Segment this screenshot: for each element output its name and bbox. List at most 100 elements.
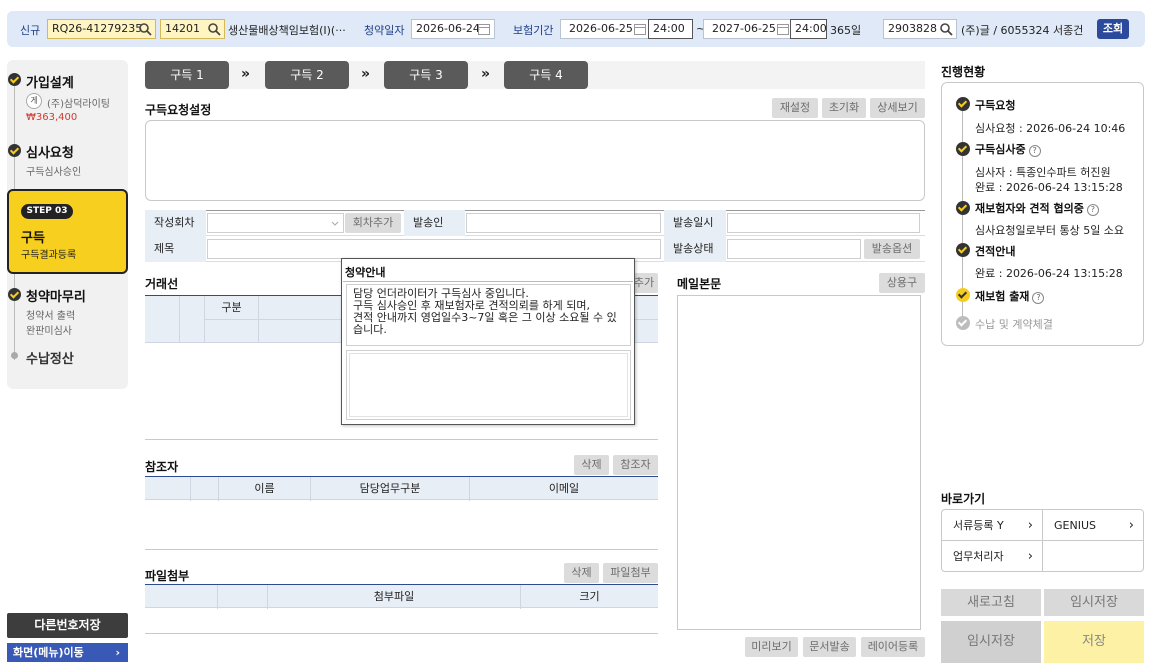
subscription-notice-popup: 청약안내 담당 언더라이터가 구득심사 중입니다. 구득 심사승인 후 재보험자… (341, 258, 635, 425)
subject-input[interactable] (207, 239, 661, 259)
popup-divider (343, 281, 633, 282)
step4-sub1: 청약서 출력 (26, 311, 76, 322)
search-icon[interactable] (939, 22, 953, 36)
preview-button[interactable]: 미리보기 (745, 637, 798, 657)
menu-move-label: 화면(메뉴)이동 (13, 646, 84, 659)
round-label: 작성회차 (145, 210, 206, 236)
send-status-input[interactable] (727, 239, 861, 259)
tab-1[interactable]: 구득 1 (145, 61, 229, 89)
subject-label: 제목 (145, 236, 206, 262)
attach-delete-button[interactable]: 삭제 (564, 563, 599, 583)
period-end-input[interactable]: 2027-06-25 (703, 19, 794, 39)
save-button[interactable]: 저장 (1044, 621, 1144, 663)
temp-save-button-top[interactable]: 임시저장 (1044, 589, 1144, 616)
calendar-icon[interactable] (477, 22, 491, 36)
check-icon (956, 288, 970, 302)
query-button[interactable]: 조회 (1097, 19, 1129, 39)
subscribe-date-label: 청약일자 (364, 24, 405, 37)
sender-input[interactable] (466, 213, 661, 233)
step2-title[interactable]: 심사요청 (26, 142, 74, 161)
grid-divider (179, 296, 180, 343)
double-chevron-icon: » (481, 66, 491, 82)
counterpart-title: 거래선 (145, 277, 179, 291)
attach-bottom-border (145, 633, 658, 634)
period-end-time-input[interactable]: 24:00 (790, 19, 827, 39)
progress-item-1-title: 구득요청 (975, 99, 1016, 112)
customer-name: (주)글 / 6055324 서종건 (961, 24, 1084, 37)
help-icon[interactable]: ? (1086, 204, 1099, 216)
step1-title[interactable]: 가입설계 (26, 72, 74, 91)
help-icon[interactable]: ? (1028, 145, 1041, 157)
period-start-time-input[interactable]: 24:00 (648, 19, 693, 39)
search-icon[interactable] (207, 22, 221, 36)
send-date-input[interactable] (727, 213, 920, 233)
reference-delete-button[interactable]: 삭제 (574, 455, 609, 475)
tab-4[interactable]: 구득 4 (504, 61, 588, 89)
send-option-button[interactable]: 발송옵션 (864, 239, 920, 259)
product-name: 생산물배상책임보험(I)(··· (228, 24, 346, 37)
mail-body-textarea[interactable] (677, 295, 921, 630)
popup-message: 담당 언더라이터가 구득심사 중입니다. 구득 심사승인 후 재보험자로 견적의… (346, 284, 631, 346)
popup-memo-area[interactable] (346, 350, 631, 420)
init-button[interactable]: 초기화 (822, 98, 866, 118)
progress-item-1-line: 심사요청 : 2026-06-24 10:46 (975, 122, 1126, 135)
period-start-value: 2026-06-25 (569, 22, 633, 35)
step5-title[interactable]: 수납정산 (26, 348, 74, 367)
check-icon (8, 73, 21, 86)
tab-3[interactable]: 구득 3 (384, 61, 468, 89)
calendar-icon[interactable] (633, 22, 647, 36)
calendar-icon[interactable] (776, 22, 790, 36)
register-layer-button[interactable]: 레이어등록 (861, 637, 925, 657)
progress-item-2-title: 구득심사중 (975, 143, 1026, 156)
add-round-button[interactable]: 회차추가 (345, 213, 401, 233)
shortcut-document-register[interactable]: 서류등록 Y › (942, 510, 1043, 541)
chevron-down-icon (331, 221, 339, 226)
customer-code-input[interactable]: 2903828 (883, 19, 957, 39)
form-row-round: 작성회차 회차추가 발송인 발송일시 (145, 210, 925, 236)
menu-move-button[interactable]: 화면(메뉴)이동 › (7, 643, 128, 662)
request-settings-area[interactable] (145, 120, 925, 201)
send-date-label: 발송일시 (664, 210, 726, 236)
reset-button[interactable]: 재설정 (772, 98, 818, 118)
help-icon[interactable]: ? (1032, 292, 1045, 304)
step4-sub2: 완판미심사 (26, 326, 72, 337)
shortcut-genius[interactable]: GENIUS › (1043, 510, 1143, 541)
reference-add-button[interactable]: 참조자 (613, 455, 658, 475)
period-days: 365일 (830, 24, 862, 37)
chevron-right-icon: › (1027, 549, 1033, 564)
shortcut-handler[interactable]: 업무처리자 › (942, 541, 1043, 572)
grid-col-blank (145, 585, 218, 609)
send-document-button[interactable]: 문서발송 (803, 637, 856, 657)
detail-view-button[interactable]: 상세보기 (870, 98, 925, 118)
phrase-button[interactable]: 상용구 (879, 273, 925, 293)
reference-col-duty: 담당업무구분 (311, 477, 470, 501)
step4-title[interactable]: 청약마무리 (26, 286, 86, 305)
double-chevron-icon: » (241, 66, 251, 82)
check-icon (956, 97, 970, 111)
step3-title: 구득 (21, 231, 45, 246)
round-select[interactable] (207, 213, 344, 233)
temp-save-button[interactable]: 임시저장 (941, 621, 1041, 663)
progress-item-6-title: 수납 및 계약체결 (975, 318, 1053, 331)
search-icon[interactable] (138, 22, 152, 36)
reference-bottom-border (145, 549, 658, 550)
shortcuts-title: 바로가기 (941, 492, 986, 506)
period-start-input[interactable]: 2026-06-25 (560, 19, 651, 39)
attach-col-size: 크기 (579, 590, 600, 603)
top-search-bar: 신규 RQ26-41279235 14201 생산물배상책임보험(I)(··· … (7, 11, 1145, 47)
attach-add-button[interactable]: 파일첨부 (603, 563, 658, 583)
attach-col-file: 첨부파일 (268, 585, 521, 609)
step3-current[interactable]: STEP 03 구득 구득결과등록 (7, 189, 128, 274)
case-number-input[interactable]: RQ26-41279235 (47, 19, 156, 39)
refresh-button[interactable]: 새로고침 (941, 589, 1041, 616)
step2-sub: 구득심사승인 (26, 167, 82, 178)
tab-2[interactable]: 구득 2 (265, 61, 349, 89)
progress-panel: 구득요청 심사요청 : 2026-06-24 10:46 구득심사중? 심사자 … (941, 82, 1144, 346)
progress-item-5-title: 재보험 출재 (975, 290, 1030, 303)
save-other-number-button[interactable]: 다른번호저장 (7, 613, 128, 638)
subscribe-date-input[interactable]: 2026-06-24 (411, 19, 495, 39)
progress-item-2-line1: 심사자 : 특종인수파트 허진원 (975, 166, 1111, 179)
product-code-input[interactable]: 14201 (160, 19, 225, 39)
check-icon (956, 243, 970, 257)
reference-col-name: 이름 (219, 477, 311, 501)
